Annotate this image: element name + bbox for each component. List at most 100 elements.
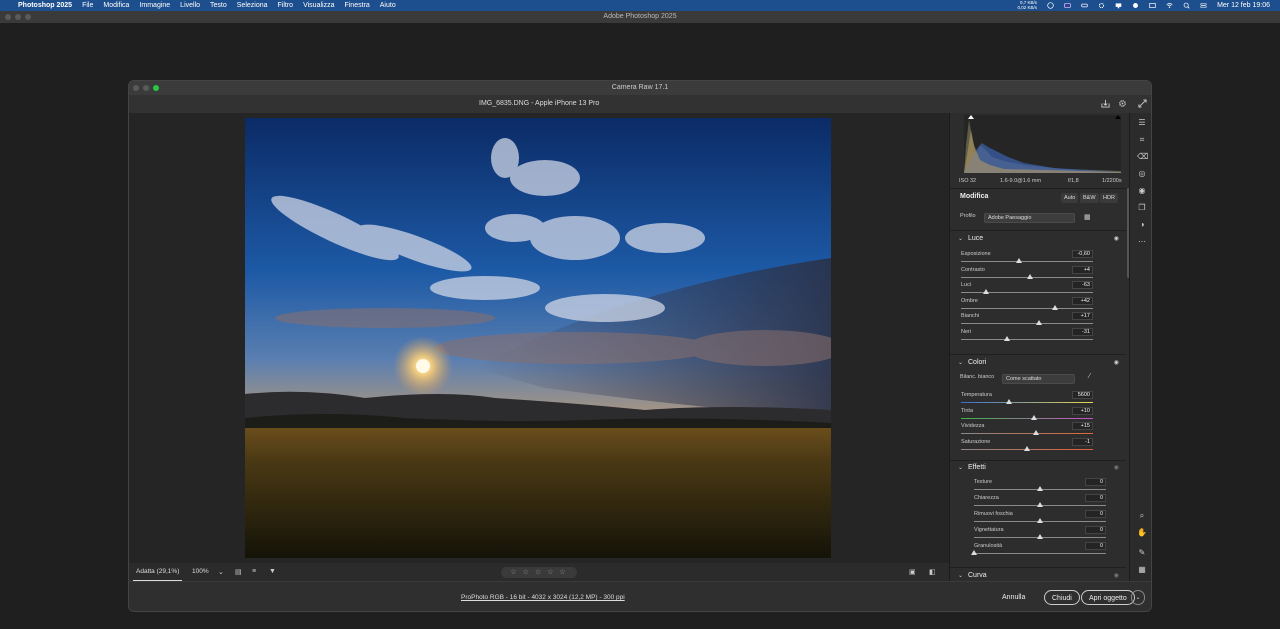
slider-value-input[interactable]: 0 (1085, 510, 1106, 518)
slider-value-input[interactable]: 0 (1085, 542, 1106, 550)
slider-thumb[interactable] (1037, 486, 1043, 491)
slider[interactable]: Ombre +42 (961, 296, 1093, 313)
gear-icon[interactable] (1098, 2, 1105, 9)
slider-value-input[interactable]: -1 (1072, 437, 1093, 446)
slider-thumb[interactable] (1030, 414, 1037, 420)
slider-thumb[interactable] (1037, 502, 1043, 507)
slider[interactable]: Rimuovi foschia 0 (974, 510, 1106, 526)
slider-value-input[interactable]: +42 (1072, 296, 1093, 305)
app-menu[interactable]: Photoshop 2025 (18, 2, 72, 9)
slider-value-input[interactable]: -0,60 (1072, 250, 1093, 258)
menu-file[interactable]: File (82, 2, 93, 9)
filter-icon[interactable]: ▼ (269, 568, 276, 575)
settings-gear-icon[interactable] (1118, 99, 1127, 108)
curva-section-header[interactable]: ⌄ Curva ◉ (958, 572, 1123, 581)
slider[interactable]: Luci -63 (961, 281, 1093, 297)
slider-value-input[interactable]: +10 (1072, 406, 1093, 415)
cancel-button[interactable]: Annulla (995, 590, 1032, 605)
slider-thumb[interactable] (1051, 304, 1058, 310)
slider-thumb[interactable] (1037, 518, 1043, 523)
slider-track[interactable] (961, 402, 1093, 403)
slider-thumb[interactable] (1026, 273, 1033, 279)
open-object-button[interactable]: Apri oggetto (1081, 590, 1135, 605)
more-icon[interactable]: ⋯ (1137, 237, 1147, 247)
slider-value-input[interactable]: +4 (1072, 265, 1093, 274)
focus-icon[interactable] (1132, 2, 1139, 9)
colori-section-header[interactable]: ⌄ Colori ◉ (958, 359, 1123, 371)
open-options-dropdown[interactable]: ⌄ (1131, 590, 1145, 605)
auto-button[interactable]: Auto (1061, 193, 1079, 203)
slider-track[interactable] (961, 338, 1093, 340)
slider[interactable]: Granulosità 0 (971, 542, 1106, 558)
control-center-icon[interactable] (1200, 2, 1207, 9)
clock[interactable]: Mer 12 feb 19:06 (1217, 2, 1270, 9)
slider[interactable]: Chiarezza 0 (974, 494, 1106, 510)
eye-icon[interactable]: ◉ (1114, 464, 1119, 471)
hdr-button[interactable]: HDR (1100, 193, 1118, 203)
display-icon[interactable] (1115, 2, 1122, 9)
rating-stars[interactable]: ☆ ☆ ☆ ☆ ☆ (501, 567, 577, 578)
dialog-minimize-button[interactable] (143, 85, 149, 91)
close-button[interactable]: Chiudi (1044, 590, 1080, 605)
eye-icon[interactable]: ◉ (1114, 359, 1119, 366)
grid-icon[interactable]: ▦ (1137, 565, 1147, 575)
before-after-icon[interactable]: ◧ (929, 568, 936, 576)
slider-thumb[interactable] (1004, 335, 1011, 341)
eyedropper-icon[interactable]: ⁄ (1089, 373, 1090, 380)
slider-thumb[interactable] (983, 289, 990, 294)
profile-select[interactable]: Adobe Paesaggio (984, 213, 1075, 223)
slider-value-input[interactable]: 5600 (1072, 391, 1093, 399)
wb-select[interactable]: Come scattato (1002, 374, 1075, 384)
slider-thumb[interactable] (1024, 445, 1030, 451)
red-eye-icon[interactable]: ◉ (1137, 186, 1147, 196)
slider[interactable]: Saturazione -1 (961, 437, 1093, 454)
wifi-icon[interactable] (1166, 2, 1173, 9)
slider-track[interactable] (961, 417, 1093, 419)
slider[interactable]: Neri -31 (961, 327, 1093, 344)
profile-browser-icon[interactable]: ▦ (1084, 213, 1091, 221)
menu-immagine[interactable]: Immagine (139, 2, 170, 9)
crop-icon[interactable]: ⌗ (1137, 135, 1147, 145)
menu-testo[interactable]: Testo (210, 2, 227, 9)
zoom-dropdown-icon[interactable]: ⌄ (218, 568, 224, 576)
eraser-icon[interactable]: ⌫ (1137, 152, 1148, 162)
slider-thumb[interactable] (1033, 430, 1040, 435)
dialog-close-button[interactable] (133, 85, 139, 91)
eye-icon[interactable]: ◉ (1114, 235, 1119, 242)
save-icon[interactable] (1101, 99, 1110, 108)
slider-track[interactable] (974, 553, 1106, 554)
slider-thumb[interactable] (1037, 534, 1043, 539)
slider-thumb[interactable] (1035, 320, 1042, 325)
snapshots-icon[interactable]: ❐ (1137, 203, 1147, 213)
hand-icon[interactable]: ✋ (1137, 528, 1147, 538)
menu-filtro[interactable]: Filtro (278, 2, 294, 9)
zoom-100-button[interactable]: 100% (192, 563, 209, 581)
slider-value-input[interactable]: 0 (1085, 478, 1106, 486)
fit-zoom-tab[interactable]: Adatta (29,1%) (133, 563, 183, 581)
slider-value-input[interactable]: 0 (1085, 526, 1106, 534)
slider-track[interactable] (961, 323, 1093, 324)
sort-icon[interactable]: ≡ (252, 568, 256, 575)
slider-value-input[interactable]: 0 (1085, 494, 1106, 502)
slider-track[interactable] (961, 307, 1093, 309)
presets-icon[interactable]: ◑ (1137, 220, 1147, 230)
menu-seleziona[interactable]: Seleziona (237, 2, 268, 9)
menu-livello[interactable]: Livello (180, 2, 200, 9)
masking-icon[interactable]: ◎ (1137, 169, 1147, 179)
slider-thumb[interactable] (1016, 258, 1023, 263)
menu-visualizza[interactable]: Visualizza (303, 2, 334, 9)
dialog-zoom-button[interactable] (153, 85, 159, 91)
luce-section-header[interactable]: ⌄ Luce ◉ (958, 235, 1123, 247)
fullscreen-icon[interactable] (1138, 99, 1147, 108)
slider-track[interactable] (961, 292, 1093, 293)
slider-track[interactable] (961, 433, 1093, 434)
slider[interactable]: Bianchi +17 (961, 312, 1093, 328)
eye-icon[interactable]: ◉ (1114, 572, 1119, 579)
sampler-icon[interactable]: ✎ (1137, 548, 1147, 558)
slider[interactable]: Temperatura 5600 (961, 391, 1093, 407)
image-viewer[interactable] (129, 113, 949, 563)
photo-preview[interactable] (245, 118, 831, 558)
search-icon[interactable] (1183, 2, 1190, 9)
slider-value-input[interactable]: -31 (1072, 327, 1093, 336)
menu-aiuto[interactable]: Aiuto (380, 2, 396, 9)
